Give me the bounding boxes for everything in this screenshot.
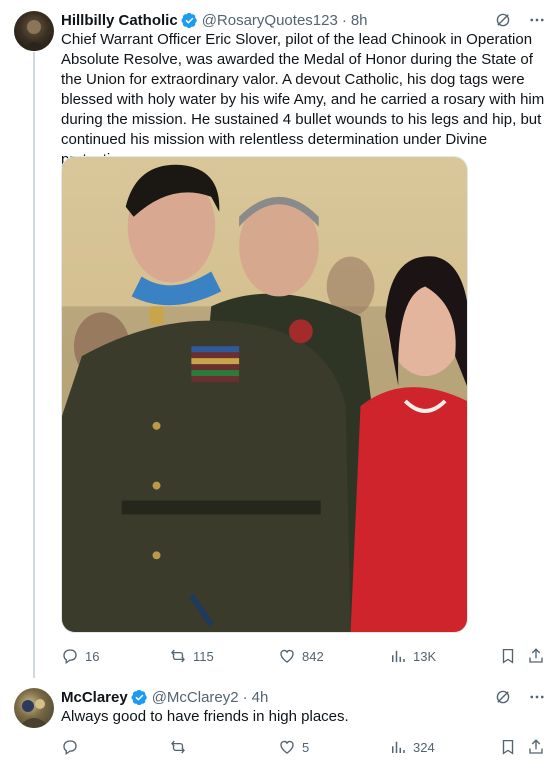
avatar[interactable] xyxy=(14,688,54,728)
verified-badge-icon xyxy=(181,12,198,29)
share-icon xyxy=(529,739,543,754)
author-name[interactable]: Hillbilly Catholic xyxy=(61,12,178,29)
repost-count: 115 xyxy=(193,648,214,664)
repost-icon xyxy=(171,649,185,663)
tweet-header: Hillbilly Catholic @RosaryQuotes123 · 8h xyxy=(61,10,368,30)
separator-dot: · xyxy=(242,688,248,706)
bookmark-button[interactable] xyxy=(499,647,517,665)
like-count: 842 xyxy=(302,648,324,664)
views-button[interactable]: 324 xyxy=(389,738,435,756)
timestamp[interactable]: 4h xyxy=(252,689,269,706)
timestamp[interactable]: 8h xyxy=(351,12,368,29)
grok-icon[interactable] xyxy=(493,687,513,707)
reply-button[interactable] xyxy=(61,738,85,756)
reply-icon xyxy=(63,740,77,756)
tweet-actions: 5 324 xyxy=(61,736,547,758)
tweet-text: Always good to have friends in high plac… xyxy=(61,708,349,725)
reply-icon xyxy=(63,649,77,665)
separator-dot: · xyxy=(341,11,347,29)
views-icon xyxy=(392,650,405,662)
repost-button[interactable] xyxy=(169,738,193,756)
reply-count: 16 xyxy=(85,648,100,664)
header-icons xyxy=(493,10,547,30)
views-icon xyxy=(392,741,405,753)
share-icon xyxy=(529,648,543,663)
like-button[interactable]: 5 xyxy=(278,738,309,756)
bookmark-button[interactable] xyxy=(499,738,517,756)
tweet-actions: 16 115 842 13K xyxy=(61,645,547,667)
tweet-text: Chief Warrant Officer Eric Slover, pilot… xyxy=(61,31,545,168)
verified-badge-icon xyxy=(131,689,148,706)
repost-icon xyxy=(171,740,185,754)
avatar[interactable] xyxy=(14,11,54,51)
views-count: 324 xyxy=(413,739,435,755)
bookmark-icon xyxy=(502,648,514,664)
more-icon[interactable] xyxy=(527,687,547,707)
like-icon xyxy=(280,740,294,754)
like-count: 5 xyxy=(302,739,310,755)
tweet-photo[interactable] xyxy=(61,156,468,633)
share-button[interactable] xyxy=(527,647,545,665)
like-button[interactable]: 842 xyxy=(278,647,324,665)
header-icons xyxy=(493,687,547,707)
more-icon[interactable] xyxy=(527,10,547,30)
share-button[interactable] xyxy=(527,738,545,756)
bookmark-icon xyxy=(502,739,514,755)
reply-button[interactable]: 16 xyxy=(61,647,99,665)
repost-button[interactable]: 115 xyxy=(169,647,214,665)
views-count: 13K xyxy=(413,648,437,664)
thread-connector-line xyxy=(33,52,35,678)
author-handle[interactable]: @RosaryQuotes123 xyxy=(202,12,338,29)
grok-icon[interactable] xyxy=(493,10,513,30)
tweet-header: McClarey @McClarey2 · 4h xyxy=(61,687,268,707)
like-icon xyxy=(280,649,294,663)
author-handle[interactable]: @McClarey2 xyxy=(152,689,239,706)
views-button[interactable]: 13K xyxy=(389,647,436,665)
author-name[interactable]: McClarey xyxy=(61,689,128,706)
